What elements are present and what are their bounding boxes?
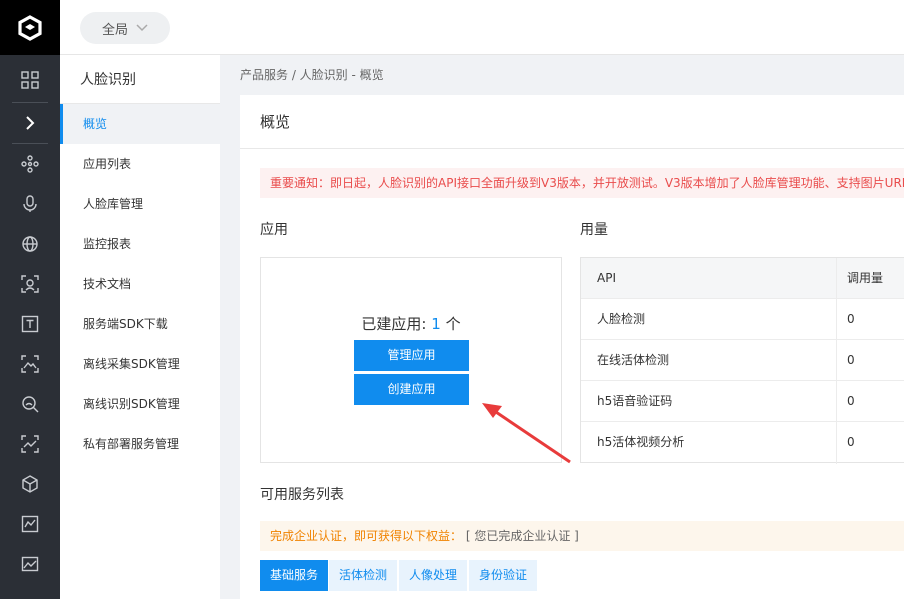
manage-apps-button[interactable]: 管理应用 bbox=[354, 340, 469, 371]
app-count: 已建应用: 1 个 bbox=[261, 313, 561, 334]
face-scan-icon[interactable] bbox=[0, 264, 60, 304]
sidebar-item-offline-capture-sdk[interactable]: 离线采集SDK管理 bbox=[60, 344, 220, 384]
apps-grid-icon[interactable] bbox=[0, 60, 60, 100]
api-name: h5语音验证码 bbox=[597, 394, 673, 408]
sidebar-item-offline-recognition-sdk[interactable]: 离线识别SDK管理 bbox=[60, 384, 220, 424]
tab-portrait-processing[interactable]: 人像处理 bbox=[399, 560, 468, 591]
network-icon[interactable] bbox=[0, 144, 60, 184]
product-title: 人脸识别 bbox=[80, 72, 136, 88]
image-analysis-icon[interactable] bbox=[0, 424, 60, 464]
app-count-value[interactable]: 1 bbox=[431, 315, 441, 333]
product-sidebar: 人脸识别 概览 应用列表 人脸库管理 监控报表 技术文档 服务端SDK下载 离线… bbox=[60, 55, 220, 599]
cube-logo-icon bbox=[18, 14, 42, 41]
app-count-unit: 个 bbox=[445, 315, 461, 333]
scope-label: 全局 bbox=[101, 22, 128, 38]
api-name: 在线活体检测 bbox=[597, 353, 670, 367]
sidebar-item-private-deployment[interactable]: 私有部署服务管理 bbox=[60, 424, 220, 464]
annotation-arrow-icon bbox=[482, 403, 571, 464]
sidebar-item-monitoring[interactable]: 监控报表 bbox=[60, 224, 220, 264]
enterprise-banner: 完成企业认证，即可获得以下权益： [ 您已完成企业认证 ] bbox=[260, 521, 904, 551]
breadcrumb: 产品服务 / 人脸识别 - 概览 bbox=[240, 68, 384, 82]
icon-rail bbox=[0, 0, 60, 599]
overview-panel: 概览 重要通知：即日起，人脸识别的API接口全面升级到V3版本，并开放测试。V3… bbox=[240, 95, 904, 599]
table-row: h5活体视频分析 0 bbox=[581, 422, 904, 463]
microphone-icon[interactable] bbox=[0, 184, 60, 224]
usage-table: API 调用量 人脸检测 0 在线活体检测 0 h5语音验证码 0 h5活体视频… bbox=[580, 257, 904, 464]
table-header: API 调用量 bbox=[581, 258, 904, 299]
chart-icon[interactable] bbox=[0, 504, 60, 544]
api-calls: 0 bbox=[847, 353, 855, 367]
text-recognition-icon[interactable] bbox=[0, 304, 60, 344]
app-count-label: 已建应用: bbox=[361, 315, 427, 333]
column-divider bbox=[836, 258, 837, 464]
scope-selector[interactable]: 全局 bbox=[80, 12, 170, 44]
chevron-right-icon[interactable] bbox=[0, 103, 60, 143]
table-row: 在线活体检测 0 bbox=[581, 340, 904, 381]
column-header-api: API bbox=[597, 271, 616, 285]
api-name: h5活体视频分析 bbox=[597, 435, 685, 449]
tab-identity-verification[interactable]: 身份验证 bbox=[469, 560, 538, 591]
usage-section-title: 用量 bbox=[580, 222, 608, 238]
chevron-down-icon bbox=[136, 24, 148, 32]
top-bar: 全局 bbox=[60, 0, 904, 55]
logo[interactable] bbox=[0, 0, 60, 55]
tab-basic-services[interactable]: 基础服务 bbox=[260, 560, 329, 591]
tab-liveness-detection[interactable]: 活体检测 bbox=[329, 560, 398, 591]
apps-section-title: 应用 bbox=[260, 222, 288, 238]
api-calls: 0 bbox=[847, 435, 855, 449]
image-scan-icon[interactable] bbox=[0, 344, 60, 384]
api-calls: 0 bbox=[847, 312, 855, 326]
sidebar-item-server-sdk[interactable]: 服务端SDK下载 bbox=[60, 304, 220, 344]
api-name: 人脸检测 bbox=[597, 312, 646, 326]
sidebar-item-docs[interactable]: 技术文档 bbox=[60, 264, 220, 304]
divider bbox=[240, 148, 904, 149]
create-app-button[interactable]: 创建应用 bbox=[354, 374, 469, 405]
cube-icon[interactable] bbox=[0, 464, 60, 504]
sidebar-item-face-library[interactable]: 人脸库管理 bbox=[60, 184, 220, 224]
image-icon[interactable] bbox=[0, 544, 60, 584]
services-section-title: 可用服务列表 bbox=[260, 487, 344, 503]
sidebar-item-overview[interactable]: 概览 bbox=[60, 104, 220, 144]
page-title: 概览 bbox=[260, 113, 291, 131]
table-row: 人脸检测 0 bbox=[581, 299, 904, 340]
sidebar-item-app-list[interactable]: 应用列表 bbox=[60, 144, 220, 184]
enterprise-status: [ 您已完成企业认证 ] bbox=[465, 529, 579, 543]
globe-icon[interactable] bbox=[0, 224, 60, 264]
api-calls: 0 bbox=[847, 394, 855, 408]
column-header-calls: 调用量 bbox=[847, 271, 884, 285]
notice-banner: 重要通知：即日起，人脸识别的API接口全面升级到V3版本，并开放测试。V3版本增… bbox=[260, 168, 904, 198]
face-search-icon[interactable] bbox=[0, 384, 60, 424]
table-row: h5语音验证码 0 bbox=[581, 381, 904, 422]
enterprise-text: 完成企业认证，即可获得以下权益： bbox=[270, 529, 463, 543]
